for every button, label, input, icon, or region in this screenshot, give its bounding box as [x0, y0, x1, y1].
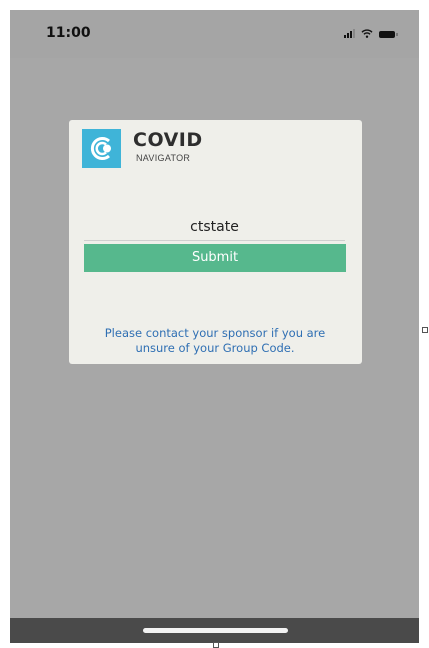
sponsor-contact-link[interactable]: Please contact your sponsor if you are u…: [84, 326, 346, 356]
status-time: 11:00: [46, 25, 91, 41]
battery-icon: [379, 31, 398, 38]
wifi-icon: [361, 29, 373, 38]
status-bar: 11:00: [10, 10, 419, 58]
home-indicator[interactable]: [143, 628, 288, 633]
cellular-signal-icon: [344, 29, 355, 38]
submit-button[interactable]: Submit: [84, 244, 346, 272]
group-code-card: COVID NAVIGATOR Submit Please contact yo…: [69, 120, 362, 364]
group-code-input[interactable]: [84, 214, 345, 241]
covid-navigator-logo-icon: [82, 129, 121, 168]
right-edge-handle: [422, 327, 428, 333]
bottom-edge-handle: [213, 642, 219, 648]
status-icons: [344, 29, 398, 38]
home-bar-area: [10, 618, 419, 643]
logo-title: COVID: [133, 129, 203, 151]
logo-subtitle: NAVIGATOR: [136, 153, 191, 163]
phone-screen: 11:00 COVID NAVIGATOR Submit Please c: [10, 10, 419, 643]
